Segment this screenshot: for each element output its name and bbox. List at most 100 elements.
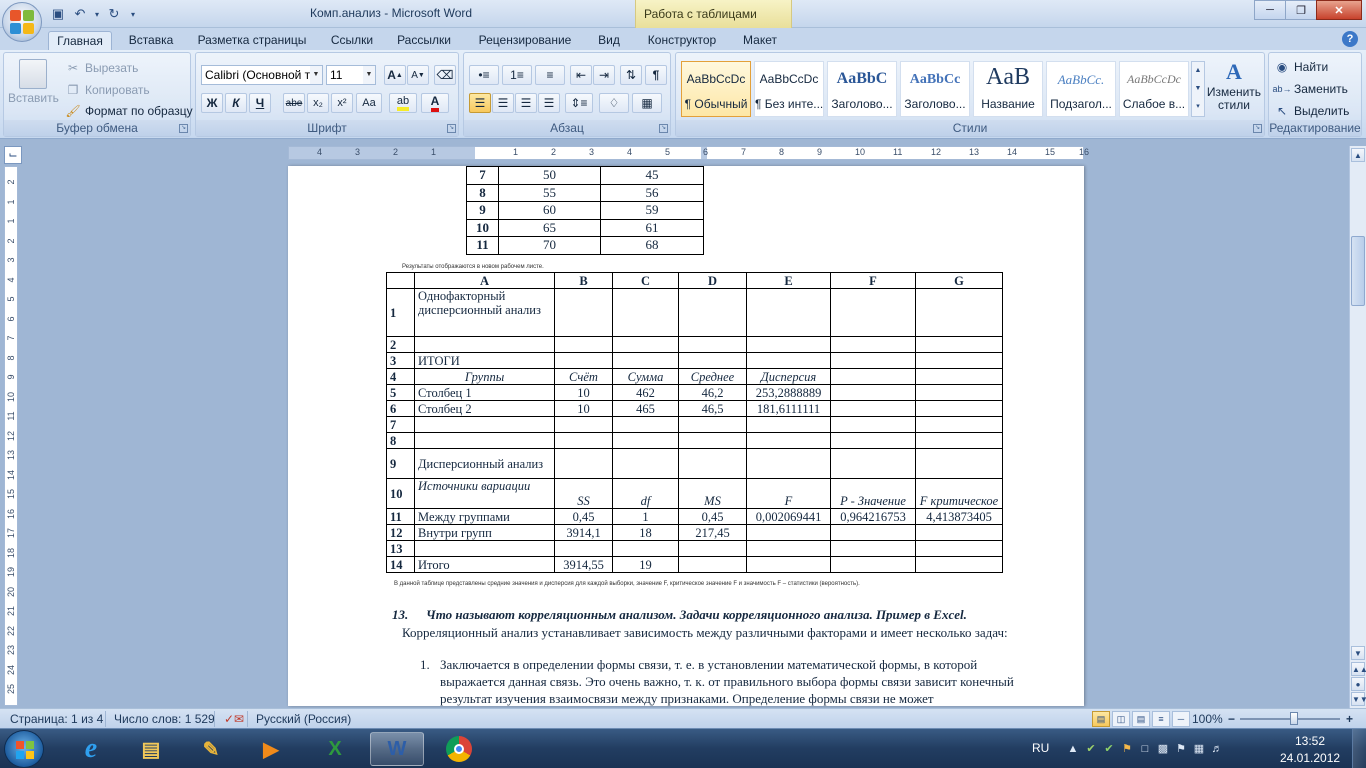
table-cell[interactable] [746, 432, 831, 449]
subscript-button[interactable]: x₂ [307, 93, 329, 113]
style-subtitle[interactable]: AaBbCc. Подзагол... [1046, 61, 1116, 117]
spelling-check-icon[interactable]: ✓✉ [224, 712, 244, 726]
bullets-button[interactable]: •≡ [469, 65, 499, 85]
style-heading-2[interactable]: AaBbCc Заголово... [900, 61, 970, 117]
tab-insert[interactable]: Вставка [122, 31, 180, 50]
table-cell[interactable]: Однофакторный дисперсионный анализ [414, 288, 555, 337]
outline-view-icon[interactable]: ≡ [1152, 711, 1170, 727]
table-cell[interactable]: 10 [554, 400, 613, 417]
increase-indent-button[interactable]: ⇥ [593, 65, 615, 85]
table-cell[interactable]: MS [678, 478, 747, 509]
table-cell[interactable]: F критическое [915, 478, 1003, 509]
table-cell[interactable]: 45 [600, 166, 704, 185]
table-cell[interactable] [612, 336, 679, 353]
replace-button[interactable]: ab→ Заменить [1273, 80, 1348, 98]
tray-flag-icon[interactable]: ⚑ [1174, 742, 1188, 756]
paint-app-icon[interactable]: ✎ [184, 732, 238, 766]
table-cell[interactable] [915, 288, 1003, 337]
vertical-ruler[interactable]: 2 1 1 2 3 4 5 6 7 8 9 10 11 12 13 14 15 16 17 18 19 20 21 22 23 2… [4, 166, 18, 706]
table-cell[interactable]: 0,45 [554, 508, 613, 525]
clipboard-launcher-icon[interactable]: ↘ [179, 124, 188, 133]
table-cell[interactable] [830, 448, 916, 479]
table-cell[interactable]: 70 [498, 236, 601, 255]
table-cell[interactable]: 56 [600, 183, 704, 202]
styles-launcher-icon[interactable]: ↘ [1253, 124, 1262, 133]
scroll-thumb[interactable] [1351, 236, 1365, 306]
office-button[interactable] [2, 2, 42, 42]
copy-button[interactable]: ❐ Копировать [64, 81, 150, 99]
grow-font-button[interactable]: A ▲ [384, 65, 406, 85]
table-cell[interactable]: 462 [612, 384, 679, 401]
page-count-status[interactable]: Страница: 1 из 4 [10, 712, 103, 726]
table-cell[interactable]: 18 [612, 524, 679, 541]
table-cell[interactable] [612, 540, 679, 557]
table-cell[interactable] [678, 336, 747, 353]
print-layout-view-icon[interactable]: ▤ [1092, 711, 1110, 727]
font-name-combo[interactable]: Calibri (Основной те ▼ [201, 65, 323, 85]
table-cell[interactable]: Сумма [612, 368, 679, 385]
style-title[interactable]: AaB Название [973, 61, 1043, 117]
styles-gallery-scroll[interactable]: ▲ ▼ ▾ [1191, 61, 1205, 117]
draft-view-icon[interactable]: ─ [1172, 711, 1190, 727]
bold-button[interactable]: Ж [201, 93, 223, 113]
vertical-scrollbar[interactable]: ▲ ▼ ▲▲ ● ▼▼ [1349, 146, 1366, 708]
table-cell[interactable] [554, 352, 613, 369]
next-page-icon[interactable]: ▼▼ [1351, 692, 1366, 706]
prev-page-icon[interactable]: ▲▲ [1351, 662, 1366, 676]
table-cell[interactable]: 55 [498, 183, 601, 202]
style-heading-1[interactable]: AaBbC Заголово... [827, 61, 897, 117]
table-cell[interactable] [830, 556, 916, 573]
table-cell[interactable] [830, 540, 916, 557]
table-cell[interactable] [915, 448, 1003, 479]
find-button[interactable]: ◉ Найти [1273, 58, 1329, 76]
tab-layout[interactable]: Макет [736, 31, 784, 50]
table-cell[interactable] [554, 540, 613, 557]
restore-icon[interactable]: ❐ [1285, 0, 1317, 20]
table-cell[interactable] [678, 448, 747, 479]
table-cell[interactable]: 7 [466, 166, 499, 185]
save-icon[interactable]: ▣ [48, 5, 68, 23]
zoom-out-icon[interactable]: − [1228, 712, 1235, 726]
table-cell[interactable]: Среднее [678, 368, 747, 385]
web-layout-view-icon[interactable]: ▤ [1132, 711, 1150, 727]
language-indicator[interactable]: RU [1032, 741, 1049, 755]
table-cell[interactable]: 11 [466, 236, 499, 255]
format-painter-button[interactable]: 🖌 Формат по образцу [64, 102, 192, 120]
volume-icon[interactable]: ♬ [1210, 742, 1224, 756]
table-cell[interactable] [746, 524, 831, 541]
underline-button[interactable]: Ч [249, 93, 271, 113]
full-screen-reading-view-icon[interactable]: ◫ [1112, 711, 1130, 727]
paste-button[interactable]: Вставить [8, 59, 59, 105]
table-cell[interactable]: 10 [466, 218, 499, 237]
show-desktop-button[interactable] [1352, 729, 1366, 768]
table-cell[interactable] [915, 524, 1003, 541]
table-cell[interactable]: 0,45 [678, 508, 747, 525]
tray-device-icon[interactable]: □ [1138, 742, 1152, 756]
table-cell[interactable] [612, 416, 679, 433]
table-cell[interactable] [830, 416, 916, 433]
zoom-level[interactable]: 100% [1192, 712, 1223, 726]
table-cell[interactable]: 61 [600, 218, 704, 237]
table-cell[interactable]: F [746, 478, 831, 509]
table-cell[interactable] [915, 432, 1003, 449]
help-icon[interactable]: ? [1342, 31, 1358, 47]
borders-button[interactable]: ▦ [632, 93, 662, 113]
table-cell[interactable]: 1 [386, 288, 415, 337]
change-case-button[interactable]: Aa [356, 93, 382, 113]
minimize-icon[interactable]: ─ [1254, 0, 1286, 20]
redo-icon[interactable]: ↻ [104, 5, 124, 23]
table-cell[interactable]: 4 [386, 368, 415, 385]
table-cell[interactable] [554, 416, 613, 433]
customize-qat-icon[interactable]: ▾ [126, 5, 140, 23]
table-cell[interactable] [830, 384, 916, 401]
select-button[interactable]: ↖ Выделить [1273, 102, 1349, 120]
show-marks-button[interactable]: ¶ [645, 65, 667, 85]
table-cell[interactable] [830, 336, 916, 353]
document-page[interactable]: 7 50 45 8 55 56 9 60 59 10 65 61 11 70 68 Результаты о… [288, 166, 1084, 706]
table-cell[interactable] [746, 556, 831, 573]
table-cell[interactable]: 6 [386, 400, 415, 417]
align-right-button[interactable]: ☰ [515, 93, 537, 113]
tab-references[interactable]: Ссылки [324, 31, 380, 50]
tab-mailings[interactable]: Рассылки [392, 31, 456, 50]
table-cell[interactable] [746, 416, 831, 433]
